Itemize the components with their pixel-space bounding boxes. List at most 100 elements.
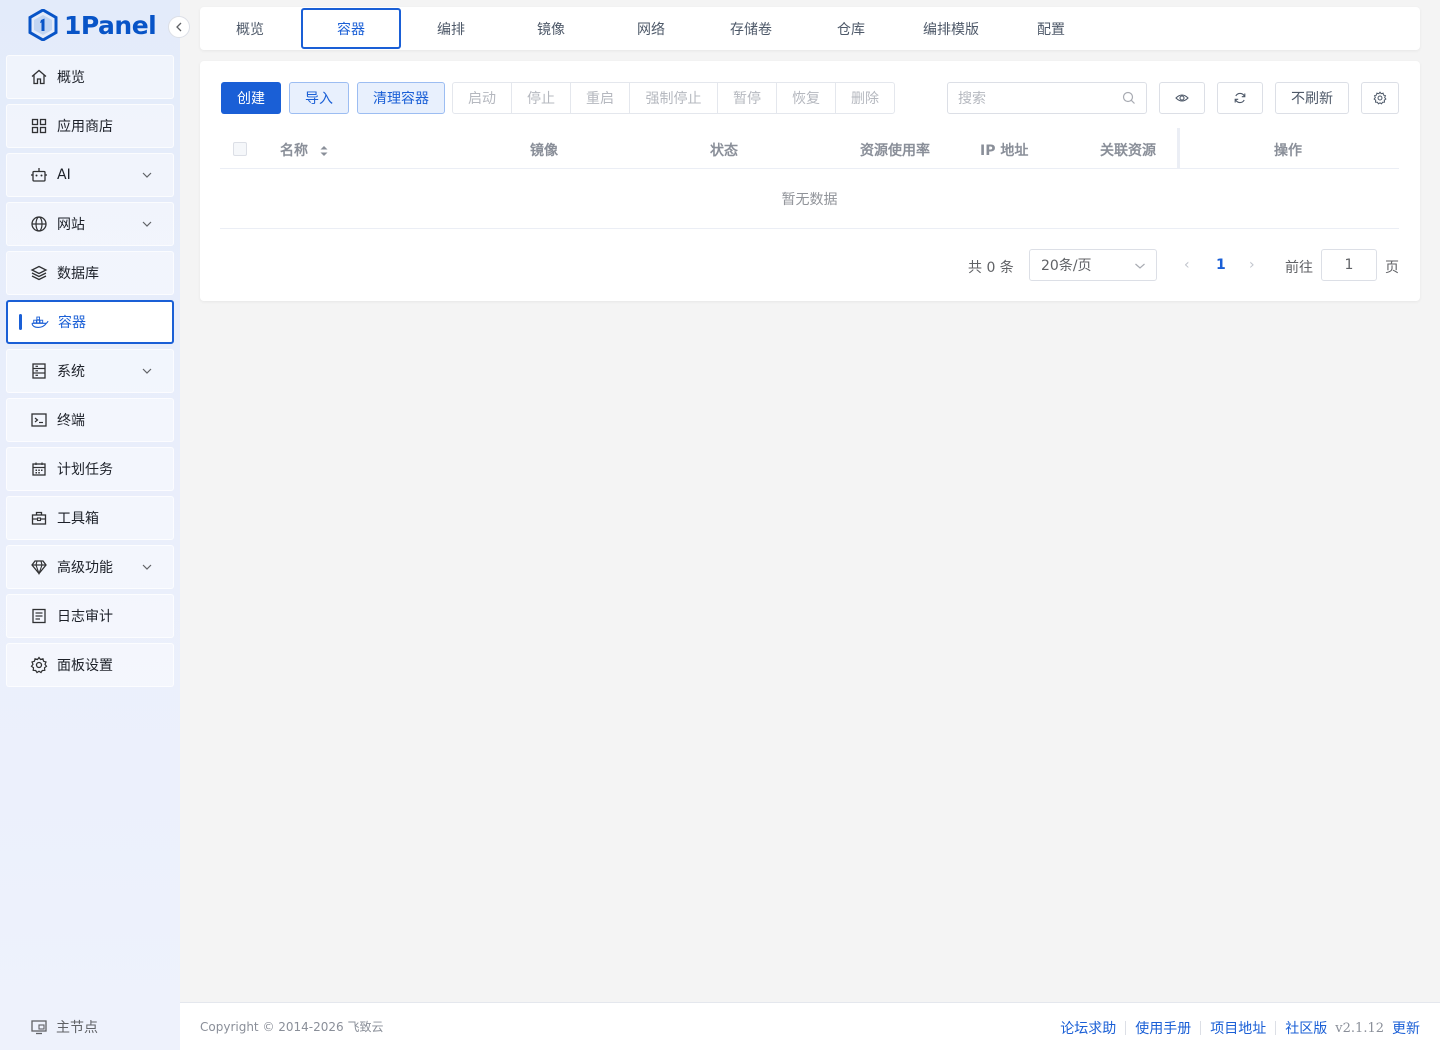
project-link[interactable]: 项目地址 (1210, 1018, 1266, 1038)
column-name[interactable]: 名称 (280, 140, 329, 160)
tab-compose[interactable]: 编排 (401, 8, 501, 49)
logo-text: 1Panel (64, 10, 157, 40)
tab-images[interactable]: 镜像 (501, 8, 601, 49)
docker-icon (30, 312, 50, 332)
sidebar-item-ai[interactable]: AI (6, 153, 174, 197)
sidebar-item-label: 应用商店 (57, 119, 113, 135)
sidebar-item-label: 工具箱 (57, 511, 99, 527)
column-ip-address: IP 地址 (980, 143, 1029, 159)
sidebar-item-log-audit[interactable]: 日志审计 (6, 594, 174, 638)
page-number-current[interactable]: 1 (1216, 257, 1226, 273)
tab-volumes[interactable]: 存储卷 (701, 8, 801, 49)
auto-refresh-select[interactable]: 不刷新 (1275, 82, 1349, 114)
next-page-button[interactable]: › (1249, 257, 1255, 273)
gear-icon (29, 655, 49, 675)
prev-page-button[interactable]: ‹ (1184, 257, 1190, 273)
search-icon (1122, 91, 1135, 104)
batch-action-group: 启动 停止 重启 强制停止 暂停 恢复 删除 (452, 82, 895, 114)
terminal-icon (29, 410, 49, 430)
sidebar-menu: 概览 应用商店 AI 网站 数据库 容器 系统 终端 计划任务 工具箱 高级功能… (6, 55, 174, 692)
chevron-down-icon (142, 221, 152, 227)
sidebar-item-toolbox[interactable]: 工具箱 (6, 496, 174, 540)
resume-button[interactable]: 恢复 (777, 83, 836, 113)
container-list-card: 创建 导入 清理容器 启动 停止 重启 强制停止 暂停 恢复 删除 搜索 不刷新… (200, 61, 1420, 301)
refresh-button[interactable] (1217, 82, 1263, 114)
refresh-icon (1234, 92, 1246, 104)
toolbox-icon (29, 508, 49, 528)
page-size-select[interactable]: 20条/页 (1029, 249, 1157, 281)
log-icon (29, 606, 49, 626)
tab-overview[interactable]: 概览 (200, 8, 300, 49)
sidebar-item-cronjob[interactable]: 计划任务 (6, 447, 174, 491)
sidebar-item-label: 概览 (57, 70, 85, 86)
import-button[interactable]: 导入 (289, 82, 349, 114)
update-link[interactable]: 更新 (1392, 1018, 1420, 1038)
sidebar-collapse-button[interactable] (168, 16, 190, 38)
container-tabs: 概览 容器 编排 镜像 网络 存储卷 仓库 编排模版 配置 (200, 7, 1420, 50)
toggle-visibility-button[interactable] (1159, 82, 1205, 114)
gear-icon (1373, 91, 1387, 105)
edition-link[interactable]: 社区版 (1285, 1018, 1327, 1038)
pagination-total: 共 0 条 (968, 260, 1014, 276)
sidebar-item-label: 网站 (57, 217, 85, 233)
diamond-icon (29, 557, 49, 577)
column-image: 镜像 (530, 143, 558, 159)
copyright: Copyright © 2014-2026 飞致云 (200, 1020, 384, 1034)
column-actions: 操作 (1274, 143, 1302, 159)
tab-containers[interactable]: 容器 (301, 8, 401, 49)
sidebar-item-label: 终端 (57, 413, 85, 429)
sort-icon[interactable] (319, 144, 329, 158)
node-label: 主节点 (56, 1020, 98, 1036)
sidebar-item-settings[interactable]: 面板设置 (6, 643, 174, 687)
table-header: 名称 镜像 状态 资源使用率 IP 地址 关联资源 操作 (220, 128, 1399, 169)
sidebar-item-container[interactable]: 容器 (6, 300, 174, 344)
eye-icon (1175, 94, 1189, 102)
restart-button[interactable]: 重启 (571, 83, 630, 113)
goto-page-suffix: 页 (1385, 260, 1399, 276)
chevron-down-icon (142, 564, 152, 570)
force-stop-button[interactable]: 强制停止 (630, 83, 718, 113)
sidebar-item-database[interactable]: 数据库 (6, 251, 174, 295)
sidebar-item-advanced[interactable]: 高级功能 (6, 545, 174, 589)
create-button[interactable]: 创建 (221, 82, 281, 114)
start-button[interactable]: 启动 (453, 83, 512, 113)
sidebar-item-app-store[interactable]: 应用商店 (6, 104, 174, 148)
layers-icon (29, 263, 49, 283)
logo[interactable]: 1Panel (28, 8, 157, 42)
delete-button[interactable]: 删除 (836, 83, 894, 113)
version-label: v2.1.12 (1335, 1020, 1384, 1036)
select-all-checkbox[interactable] (233, 142, 247, 156)
sidebar-item-website[interactable]: 网站 (6, 202, 174, 246)
fixed-column-divider (1177, 128, 1180, 168)
divider (1275, 1021, 1277, 1035)
node-switcher[interactable]: 主节点 (30, 1017, 98, 1037)
search-input[interactable]: 搜索 (947, 82, 1147, 114)
manual-link[interactable]: 使用手册 (1135, 1018, 1191, 1038)
divider (1125, 1021, 1127, 1035)
chevron-left-icon (176, 22, 182, 32)
table-settings-button[interactable] (1361, 82, 1399, 114)
prune-containers-button[interactable]: 清理容器 (357, 82, 445, 114)
calendar-icon (29, 459, 49, 479)
chevron-down-icon (142, 172, 152, 178)
sidebar-item-system[interactable]: 系统 (6, 349, 174, 393)
goto-label: 前往 (1285, 260, 1313, 276)
forum-link[interactable]: 论坛求助 (1060, 1018, 1116, 1038)
column-related-resources: 关联资源 (1100, 143, 1156, 159)
tab-compose-templates[interactable]: 编排模版 (901, 8, 1001, 49)
tab-repositories[interactable]: 仓库 (801, 8, 901, 49)
grid-icon (29, 116, 49, 136)
sidebar: 1Panel 概览 应用商店 AI 网站 数据库 容器 系统 终端 计划任务 工… (0, 0, 190, 1050)
sidebar-item-label: 高级功能 (57, 560, 113, 576)
pause-button[interactable]: 暂停 (718, 83, 777, 113)
sidebar-item-label: 计划任务 (57, 462, 113, 478)
sidebar-item-overview[interactable]: 概览 (6, 55, 174, 99)
column-name-label: 名称 (280, 143, 308, 159)
chevron-down-icon (142, 368, 152, 374)
home-icon (29, 67, 49, 87)
goto-page-input[interactable]: 1 (1321, 249, 1377, 281)
stop-button[interactable]: 停止 (512, 83, 571, 113)
tab-config[interactable]: 配置 (1001, 8, 1101, 49)
tab-network[interactable]: 网络 (601, 8, 701, 49)
sidebar-item-terminal[interactable]: 终端 (6, 398, 174, 442)
